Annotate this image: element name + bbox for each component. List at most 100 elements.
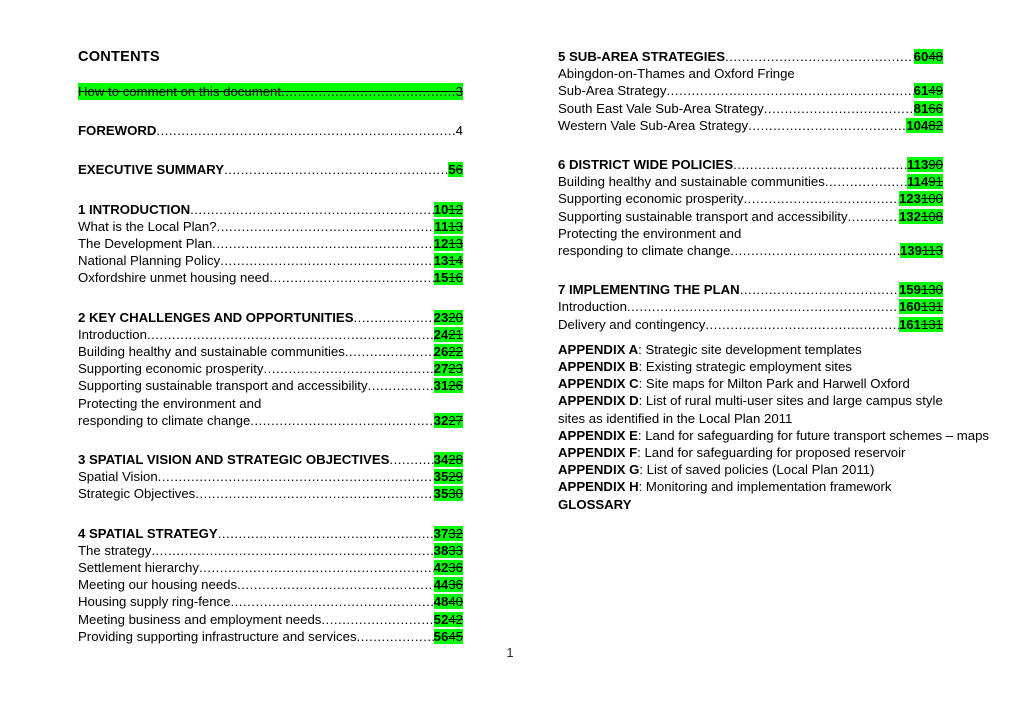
toc-entry-label: Introduction: [558, 299, 627, 315]
toc-entry[interactable]: The Development Plan 1213: [78, 235, 463, 252]
page-reference: 2622: [433, 343, 463, 360]
dot-leader: [220, 252, 433, 269]
toc-entry[interactable]: Meeting business and employment needs 52…: [78, 611, 463, 628]
toc-entry[interactable]: 4 SPATIAL STRATEGY 3732: [78, 525, 463, 542]
dot-leader: [345, 343, 434, 360]
toc-entry[interactable]: Introduction 2421: [78, 326, 463, 343]
toc-entry[interactable]: responding to climate change 139113: [558, 242, 943, 259]
toc-entry[interactable]: Supporting sustainable transport and acc…: [78, 377, 463, 394]
page-number-old: 14: [448, 253, 463, 269]
page-number-old: 13: [448, 218, 463, 234]
toc-entry[interactable]: Strategic Objectives 3530: [78, 485, 463, 502]
appendix-key: APPENDIX H: [558, 479, 639, 495]
page-reference: 2723: [433, 360, 463, 377]
page-reference: 10482: [906, 117, 943, 134]
page-reference: 5242: [433, 611, 463, 628]
toc-entry[interactable]: What is the Local Plan? 1113: [78, 218, 463, 235]
toc-entry[interactable]: Supporting sustainable transport and acc…: [558, 208, 943, 225]
toc-entry[interactable]: 6 DISTRICT WIDE POLICIES 11390: [558, 156, 943, 173]
page-number-new: 114: [907, 174, 929, 190]
glossary-label: GLOSSARY: [558, 496, 632, 512]
appendix-entry: APPENDIX H: Monitoring and implementatio…: [558, 478, 943, 495]
toc-entry-label: Protecting the environment and: [78, 395, 262, 411]
footer-page-number: 1: [506, 646, 514, 660]
dot-leader: [667, 82, 914, 99]
toc-entry-label: responding to climate change: [78, 412, 251, 428]
page-number-new: 38: [433, 542, 449, 558]
dot-leader: [733, 156, 907, 173]
toc-entry[interactable]: Supporting economic prosperity 2723: [78, 360, 463, 377]
toc-entry-label: Supporting economic prosperity: [558, 191, 744, 207]
page-number-old: 29: [448, 469, 463, 485]
page-reference: 2421: [433, 326, 463, 343]
toc-entry-label: Meeting our housing needs: [78, 577, 238, 593]
toc-entry[interactable]: Spatial Vision 3529: [78, 468, 463, 485]
toc-entry-label: What is the Local Plan?: [78, 218, 217, 234]
page-reference: 139113: [899, 242, 943, 259]
dot-leader: [281, 83, 456, 101]
toc-entry[interactable]: Meeting our housing needs 4436: [78, 576, 463, 593]
toc-entry[interactable]: 2 KEY CHALLENGES AND OPPORTUNITIES 2320: [78, 309, 463, 326]
toc-entry[interactable]: Oxfordshire unmet housing need 1516: [78, 269, 463, 286]
dot-leader: [195, 485, 433, 502]
page-number-old: 13: [448, 236, 463, 252]
toc-entry[interactable]: 7 IMPLEMENTING THE PLAN 159130: [558, 281, 943, 298]
toc-entry[interactable]: 1 INTRODUCTION 1012: [78, 201, 463, 218]
toc-entry-label: Supporting sustainable transport and acc…: [558, 208, 848, 224]
toc-entry[interactable]: The strategy 3833: [78, 542, 463, 559]
page-number-new: 35: [433, 469, 449, 485]
page-reference: 6149: [913, 82, 943, 99]
toc-entry-label: Protecting the environment and: [558, 225, 742, 241]
page-number-new: 61: [913, 83, 929, 99]
dot-leader: [357, 628, 434, 645]
dot-leader: [740, 281, 899, 298]
toc-entry[interactable]: Building healthy and sustainable communi…: [558, 173, 943, 190]
appendix-key: APPENDIX E: [558, 427, 638, 443]
toc-entry[interactable]: Supporting economic prosperity 123100: [558, 190, 943, 207]
page-number-old: 23: [448, 361, 463, 377]
page-number-new: 10: [433, 201, 449, 217]
page-number-new: 139: [899, 243, 922, 259]
toc-entry[interactable]: Western Vale Sub-Area Strategy 10482: [558, 117, 943, 134]
dot-leader: [151, 542, 433, 559]
toc-entry[interactable]: How to comment on this document 3: [78, 83, 463, 101]
toc-entry-label: Building healthy and sustainable communi…: [78, 344, 345, 360]
page-number-new: 81: [913, 100, 929, 116]
toc-entry[interactable]: 3 SPATIAL VISION AND STRATEGIC OBJECTIVE…: [78, 451, 463, 468]
page-number-new: 52: [433, 611, 449, 627]
toc-entry[interactable]: EXECUTIVE SUMMARY 56: [78, 161, 463, 178]
dot-leader: [230, 593, 433, 610]
toc-entry-label: 5 SUB-AREA STRATEGIES: [558, 49, 726, 64]
dot-leader: [212, 235, 434, 252]
toc-entry[interactable]: Housing supply ring-fence 4840: [78, 593, 463, 610]
dot-leader: [389, 451, 433, 468]
page-number-old: 40: [448, 594, 463, 610]
toc-entry[interactable]: 5 SUB-AREA STRATEGIES 6048: [558, 48, 943, 65]
toc-entry[interactable]: Building healthy and sustainable communi…: [78, 343, 463, 360]
toc-entry[interactable]: Providing supporting infrastructure and …: [78, 628, 463, 645]
toc-entry-label: Meeting business and employment needs: [78, 611, 322, 627]
appendix-entry: APPENDIX B: Existing strategic employmen…: [558, 358, 943, 375]
toc-entry-label: The strategy: [78, 542, 152, 558]
page-reference: 6048: [913, 48, 943, 65]
toc-entry[interactable]: FOREWORD 4: [78, 122, 463, 139]
toc-entry[interactable]: Settlement hierarchy 4236: [78, 559, 463, 576]
contents-columns: CONTENTS How to comment on this document…: [78, 48, 989, 645]
page-reference: 11491: [907, 173, 943, 190]
toc-entry[interactable]: National Planning Policy 1314: [78, 252, 463, 269]
toc-entry[interactable]: Delivery and contingency 161131: [558, 316, 943, 333]
toc-entry-label: 1 INTRODUCTION: [78, 201, 191, 217]
toc-entry[interactable]: responding to climate change 3227: [78, 412, 463, 429]
page-number-old: 30: [448, 486, 463, 502]
toc-entry[interactable]: Introduction 160131: [558, 298, 943, 315]
dot-leader: [848, 208, 899, 225]
toc-entry-label: The Development Plan: [78, 236, 213, 252]
dot-leader: [354, 309, 434, 326]
toc-entry[interactable]: Sub-Area Strategy 6149: [558, 82, 943, 99]
toc-entry[interactable]: South East Vale Sub-Area Strategy 8166: [558, 100, 943, 117]
